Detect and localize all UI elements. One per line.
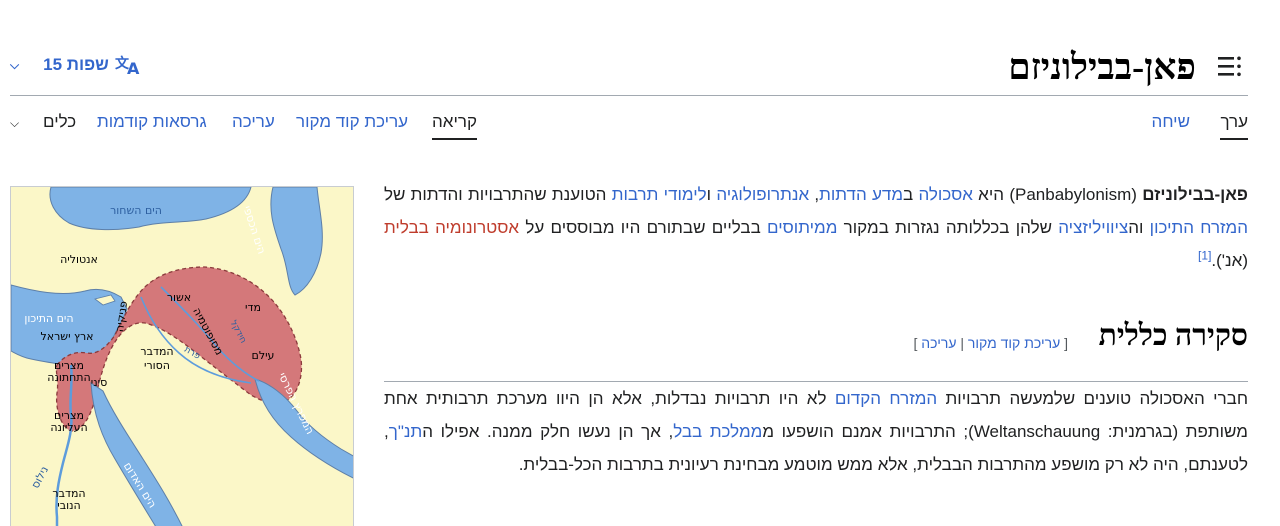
lead-text: בבליים שבתורם היו מבוססים על: [519, 218, 768, 238]
map-label-syrian-desert-2: הסורי: [144, 359, 170, 372]
tab-edit[interactable]: עריכה: [232, 112, 275, 132]
lead-term-latin: (Panbabylonism): [1009, 185, 1137, 204]
lead-text: וה: [1128, 218, 1150, 238]
map-label-black-sea: הים השחור: [110, 204, 162, 217]
link-anthropology[interactable]: אנתרופולוגיה: [716, 185, 809, 204]
lead-text: ו: [706, 185, 717, 204]
section-title: סקירה כללית: [1098, 319, 1248, 352]
map-image[interactable]: הים השחור הים הכספי אנטוליה הים התיכון א…: [10, 186, 354, 526]
section-paragraph: חברי האסכולה טוענים שלמעשה תרבויות המזרח…: [384, 382, 1248, 481]
section-text: חברי האסכולה טוענים שלמעשה תרבויות: [937, 389, 1249, 408]
map-label-syrian-desert-1: המדבר: [140, 345, 173, 358]
chevron-down-icon: ⌵: [10, 57, 20, 72]
link-tanakh[interactable]: תנ"ך: [389, 422, 422, 441]
lead-text: ב: [903, 185, 919, 204]
languages-label: 15 שפות: [43, 55, 109, 74]
map-label-upper-egypt-2: העליונה: [50, 421, 87, 434]
section-edit-link[interactable]: עריכה: [921, 335, 956, 351]
lead-text: היא: [972, 185, 1010, 204]
tab-history[interactable]: גרסאות קודמות: [97, 112, 207, 132]
tabs-bar: ערך שיחה קריאה עריכת קוד מקור עריכה גרסא…: [10, 100, 1248, 146]
section-text: , אך הן נעשו חלק ממנה. אפילו ה: [422, 422, 674, 442]
link-civilization[interactable]: ציוויליזציה: [1058, 218, 1128, 237]
lead-paragraph: פאן-בבילוניזם (Panbabylonism) היא אסכולה…: [384, 178, 1248, 288]
translate-icon: 文 A: [115, 55, 140, 76]
table-of-contents-icon[interactable]: [1218, 54, 1242, 80]
section-edit-source-link[interactable]: עריכת קוד מקור: [968, 335, 1060, 351]
section-heading: סקירה כללית [ עריכת קוד מקור | עריכה ]: [384, 316, 1248, 382]
link-cultural-studies[interactable]: לימודי תרבות: [612, 185, 707, 204]
link-school[interactable]: אסכולה: [918, 185, 972, 204]
bracket: ]: [913, 335, 918, 351]
page-title: פאן-בבילוניזם: [1008, 47, 1196, 87]
link-babylon-kingdom[interactable]: ממלכת בבל: [673, 422, 762, 441]
map-label-sinai: סיני: [91, 376, 107, 389]
reference-1[interactable]: [1]: [1198, 249, 1211, 263]
map-label-media: מדי: [245, 301, 261, 314]
map-label-assyria: אשור: [167, 291, 191, 304]
map-label-israel: ארץ ישראל: [40, 330, 93, 343]
link-ancient-near-east[interactable]: המזרח הקדום: [835, 389, 937, 408]
tab-article[interactable]: ערך: [1220, 112, 1248, 140]
tools-chevron-down-icon[interactable]: ⌵: [10, 116, 19, 131]
tab-edit-source[interactable]: עריכת קוד מקור: [296, 112, 408, 132]
map-label-lower-egypt-2: התחתונה: [47, 371, 90, 384]
svg-text:A: A: [127, 59, 140, 76]
tab-tools[interactable]: כלים: [43, 112, 76, 132]
lead-text: שלהן בכללותה נגזרות במקור: [837, 218, 1059, 238]
title-bar: ⌵ 15 שפות 文 A פאן-בבילוניזם: [10, 40, 1248, 96]
article-content: פאן-בבילוניזם (Panbabylonism) היא אסכולה…: [384, 178, 1248, 481]
link-religious-studies[interactable]: מדע הדתות: [819, 185, 903, 204]
map-label-elam: עילם: [252, 349, 275, 362]
map-label-anatolia: אנטוליה: [60, 253, 98, 266]
lead-term: פאן-בבילוניזם: [1142, 185, 1248, 204]
tab-talk[interactable]: שיחה: [1152, 112, 1190, 132]
map-label-nubian-desert-2: הנובי: [57, 499, 80, 512]
tab-read[interactable]: קריאה: [432, 112, 477, 140]
language-button[interactable]: ⌵ 15 שפות 文 A: [10, 54, 143, 76]
link-babylonian-astronomy[interactable]: אסטרונומיה בבלית: [384, 218, 519, 237]
lead-text: (אנ'): [1216, 251, 1248, 271]
lead-text: ,: [809, 185, 820, 204]
bracket: [: [1064, 335, 1068, 351]
lead-text: הטוענת שהתרבויות והדתות של: [384, 185, 612, 204]
section-edit-links: [ עריכת קוד מקור | עריכה ]: [914, 330, 1069, 357]
link-myths[interactable]: ממיתוסים: [767, 218, 837, 237]
map-label-mediterranean: הים התיכון: [24, 312, 73, 325]
link-middle-east[interactable]: המזרח התיכון: [1150, 218, 1248, 237]
separator: |: [960, 335, 965, 351]
